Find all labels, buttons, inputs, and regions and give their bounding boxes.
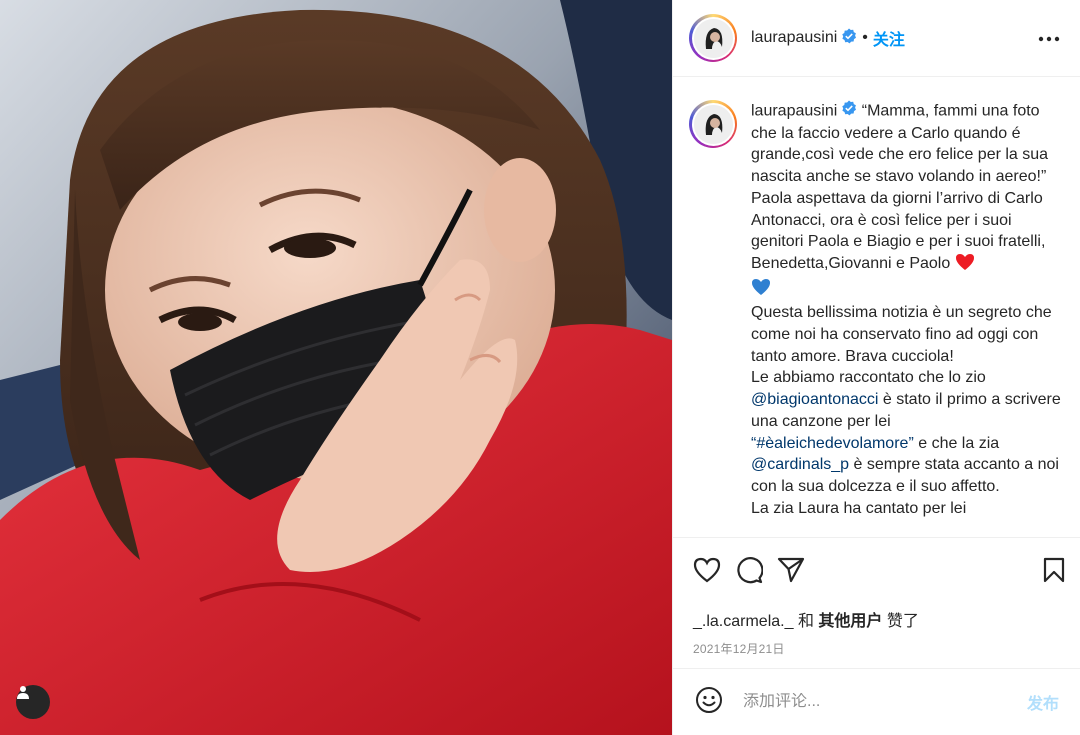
author-username[interactable]: laurapausini [751, 29, 837, 47]
caption-username[interactable]: laurapausini [751, 103, 837, 120]
user-tag-button[interactable] [16, 685, 50, 719]
caption-section: laurapausini “Mamma, fammi una foto che … [673, 77, 1080, 537]
verified-badge-icon [841, 28, 857, 49]
user-icon [17, 686, 29, 699]
hashtag-quote-close: ” [908, 434, 914, 452]
mention-link[interactable]: @biagioantonacci [751, 391, 878, 408]
caption-paragraph-4c: e che la zia [918, 434, 1000, 452]
post-header: laurapausini • 关注 [673, 0, 1080, 77]
caption-paragraph-5: La zia Laura ha cantato per lei [751, 499, 967, 517]
liked-by-user[interactable]: _.la.carmela._ [693, 613, 794, 630]
follow-button[interactable]: 关注 [873, 26, 905, 50]
more-icon[interactable] [1034, 25, 1064, 51]
post-side-panel: laurapausini • 关注 laurapausini “Mamma, f… [672, 0, 1080, 735]
blue-heart-icon [751, 278, 771, 303]
post-photo[interactable] [0, 0, 672, 735]
caption-paragraph-4a: Le abbiamo raccontato che lo zio [751, 369, 986, 387]
liked-suffix-text: 赞了 [886, 613, 919, 630]
comment-bar: 发布 [673, 668, 1080, 735]
post-date[interactable]: 2021年12月21日 [693, 640, 1065, 657]
red-heart-icon [955, 253, 975, 278]
verified-badge-icon [841, 100, 857, 123]
action-icons [693, 552, 1065, 588]
liked-others-link[interactable]: 其他用户 [818, 613, 882, 630]
avatar-image [693, 104, 733, 144]
caption-text: laurapausini “Mamma, fammi una foto che … [751, 100, 1064, 537]
author-avatar[interactable] [689, 14, 737, 62]
liked-and-text: 和 [797, 613, 814, 630]
mention-link[interactable]: @cardinals_p [751, 456, 849, 473]
bookmark-icon[interactable] [1043, 557, 1065, 583]
post-comment-button[interactable]: 发布 [1027, 690, 1059, 714]
avatar-image [693, 18, 733, 58]
share-icon[interactable] [777, 557, 805, 583]
caption-author-avatar[interactable] [689, 100, 737, 148]
likes-summary: _.la.carmela._ 和 其他用户 赞了 [693, 607, 1065, 631]
heart-outline-icon[interactable] [693, 557, 721, 583]
caption-paragraph-2: Paola aspettava da giorni l’arrivo di Ca… [751, 189, 1046, 272]
separator-dot: • [862, 29, 868, 46]
post-actions: _.la.carmela._ 和 其他用户 赞了 2021年12月21日 [673, 537, 1080, 657]
child-photo-illustration [0, 0, 672, 735]
emoji-icon[interactable] [695, 686, 723, 719]
caption-paragraph-3: Questa bellissima notizia è un segreto c… [751, 304, 1052, 365]
comment-icon[interactable] [735, 556, 763, 584]
hashtag-link[interactable]: #èaleichedevolamore [756, 435, 908, 452]
comment-input[interactable] [743, 693, 1027, 711]
